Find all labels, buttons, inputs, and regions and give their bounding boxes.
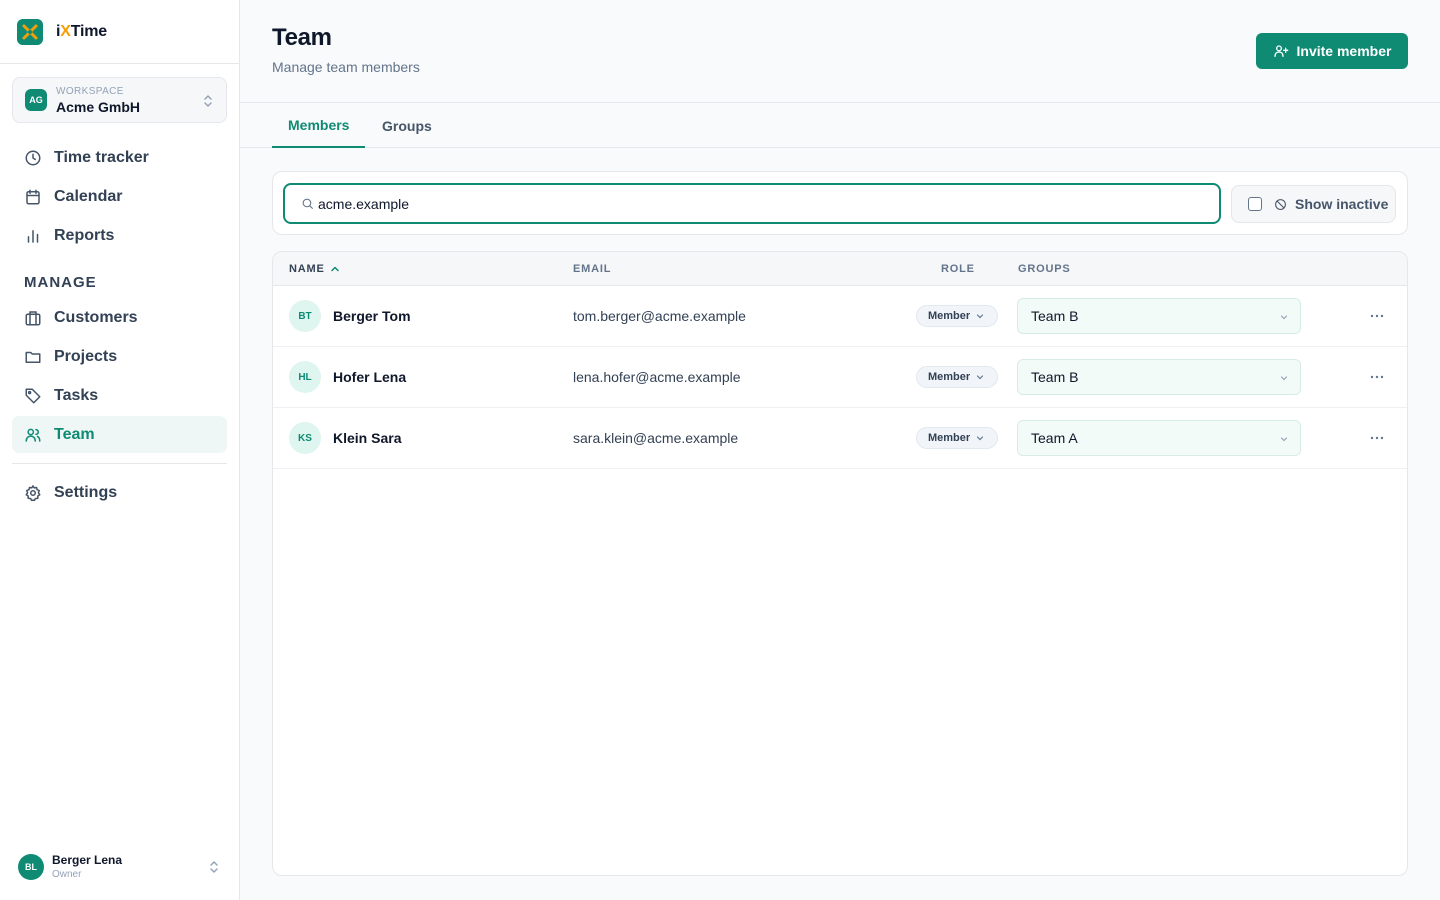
chevron-up-down-icon bbox=[210, 861, 218, 873]
nav-item-tasks[interactable]: Tasks bbox=[12, 377, 227, 414]
user-role: Owner bbox=[52, 869, 82, 880]
group-select[interactable]: Team B bbox=[1017, 359, 1301, 395]
avatar: HL bbox=[289, 361, 321, 393]
chevron-down-icon bbox=[1280, 437, 1288, 442]
show-inactive-label: Show inactive bbox=[1295, 196, 1389, 212]
chevron-down-icon bbox=[977, 314, 984, 319]
search-box[interactable] bbox=[283, 183, 1221, 224]
sort-ascending-icon bbox=[330, 266, 339, 272]
row-actions-button[interactable] bbox=[1367, 308, 1387, 324]
workspace-badge: AG bbox=[25, 89, 47, 111]
chevron-down-icon bbox=[977, 375, 984, 380]
app-logo-icon bbox=[17, 18, 43, 45]
sidebar: iXTime AG WORKSPACE Acme GmbH Time track… bbox=[0, 0, 240, 900]
group-select[interactable]: Team B bbox=[1017, 298, 1301, 334]
page-header: Team Manage team members Invite member bbox=[240, 0, 1440, 103]
tag-icon bbox=[25, 388, 41, 403]
page-subtitle: Manage team members bbox=[272, 59, 420, 75]
chevron-down-icon bbox=[1280, 376, 1288, 381]
role-dropdown[interactable]: Member bbox=[916, 366, 998, 388]
nav-item-reports[interactable]: Reports bbox=[12, 217, 227, 254]
member-name: Hofer Lena bbox=[333, 369, 407, 385]
table-row: HL Hofer Lena lena.hofer@acme.example Me… bbox=[273, 347, 1407, 408]
member-name: Klein Sara bbox=[333, 430, 402, 446]
workspace-label: WORKSPACE bbox=[56, 85, 124, 97]
tab-members[interactable]: Members bbox=[272, 103, 366, 148]
more-horizontal-icon bbox=[1370, 375, 1384, 379]
nav-item-time-tracker[interactable]: Time tracker bbox=[12, 139, 227, 176]
nav-item-team[interactable]: Team bbox=[12, 416, 227, 453]
users-icon bbox=[25, 428, 41, 442]
filter-bar: Show inactive bbox=[272, 171, 1408, 235]
chevron-down-icon bbox=[977, 436, 984, 441]
column-header-email: EMAIL bbox=[573, 263, 612, 275]
calendar-icon bbox=[26, 189, 40, 204]
role-dropdown[interactable]: Member bbox=[916, 427, 998, 449]
folder-icon bbox=[25, 351, 41, 363]
nav-divider bbox=[12, 463, 227, 464]
row-actions-button[interactable] bbox=[1367, 369, 1387, 385]
brand: iXTime bbox=[0, 0, 239, 64]
nav-item-label: Time tracker bbox=[54, 148, 149, 166]
nav-item-calendar[interactable]: Calendar bbox=[12, 178, 227, 215]
workspace-name: Acme GmbH bbox=[56, 98, 141, 115]
nav-item-label: Calendar bbox=[54, 187, 123, 205]
show-inactive-toggle[interactable]: Show inactive bbox=[1231, 185, 1396, 223]
show-inactive-checkbox[interactable] bbox=[1248, 197, 1262, 211]
building-icon bbox=[25, 310, 41, 325]
nav-item-label: Tasks bbox=[54, 386, 99, 404]
more-horizontal-icon bbox=[1370, 436, 1384, 440]
nav-item-label: Settings bbox=[54, 483, 118, 501]
invite-member-button[interactable]: Invite member bbox=[1256, 33, 1408, 69]
user-menu[interactable]: BL Berger Lena Owner bbox=[18, 853, 226, 881]
user-name: Berger Lena bbox=[52, 853, 123, 867]
nav-item-settings[interactable]: Settings bbox=[12, 474, 227, 511]
role-dropdown[interactable]: Member bbox=[916, 305, 998, 327]
avatar: KS bbox=[289, 422, 321, 454]
nav-item-label: Customers bbox=[54, 308, 138, 326]
members-table: NAME EMAIL ROLE GROUPS BT Berger Tom tom… bbox=[272, 251, 1408, 876]
user-plus-icon bbox=[1273, 45, 1288, 57]
bar-chart-icon bbox=[27, 229, 39, 243]
column-header-groups: GROUPS bbox=[1018, 263, 1071, 275]
table-row: KS Klein Sara sara.klein@acme.example Me… bbox=[273, 408, 1407, 469]
chevron-up-down-icon bbox=[204, 95, 212, 107]
search-icon bbox=[302, 198, 313, 209]
chevron-down-icon bbox=[1280, 315, 1288, 320]
nav-item-label: Reports bbox=[54, 226, 115, 244]
gear-icon bbox=[25, 484, 41, 501]
row-actions-button[interactable] bbox=[1367, 430, 1387, 446]
tab-bar: Members Groups bbox=[240, 103, 1440, 148]
group-select[interactable]: Team A bbox=[1017, 420, 1301, 456]
member-email: lena.hofer@acme.example bbox=[573, 369, 741, 385]
search-input[interactable] bbox=[318, 195, 1198, 212]
table-header: NAME EMAIL ROLE GROUPS bbox=[273, 252, 1407, 286]
tab-groups[interactable]: Groups bbox=[382, 103, 432, 148]
avatar: BT bbox=[289, 300, 321, 332]
nav-item-customers[interactable]: Customers bbox=[12, 299, 227, 336]
column-header-name[interactable]: NAME bbox=[289, 263, 340, 275]
member-email: tom.berger@acme.example bbox=[573, 308, 746, 324]
nav-section-manage: MANAGE bbox=[24, 274, 97, 291]
app-name: iXTime bbox=[56, 22, 107, 40]
clock-icon bbox=[25, 150, 41, 165]
page-title: Team bbox=[272, 24, 332, 51]
more-horizontal-icon bbox=[1370, 314, 1384, 318]
member-name: Berger Tom bbox=[333, 308, 411, 324]
nav-item-label: Team bbox=[54, 425, 95, 443]
table-row: BT Berger Tom tom.berger@acme.example Me… bbox=[273, 286, 1407, 347]
ban-icon bbox=[1275, 198, 1286, 210]
workspace-switcher[interactable]: AG WORKSPACE Acme GmbH bbox=[12, 77, 227, 123]
avatar: BL bbox=[18, 854, 44, 880]
nav-item-label: Projects bbox=[54, 347, 118, 365]
nav-item-projects[interactable]: Projects bbox=[12, 338, 227, 375]
column-header-role: ROLE bbox=[941, 263, 975, 275]
member-email: sara.klein@acme.example bbox=[573, 430, 739, 446]
